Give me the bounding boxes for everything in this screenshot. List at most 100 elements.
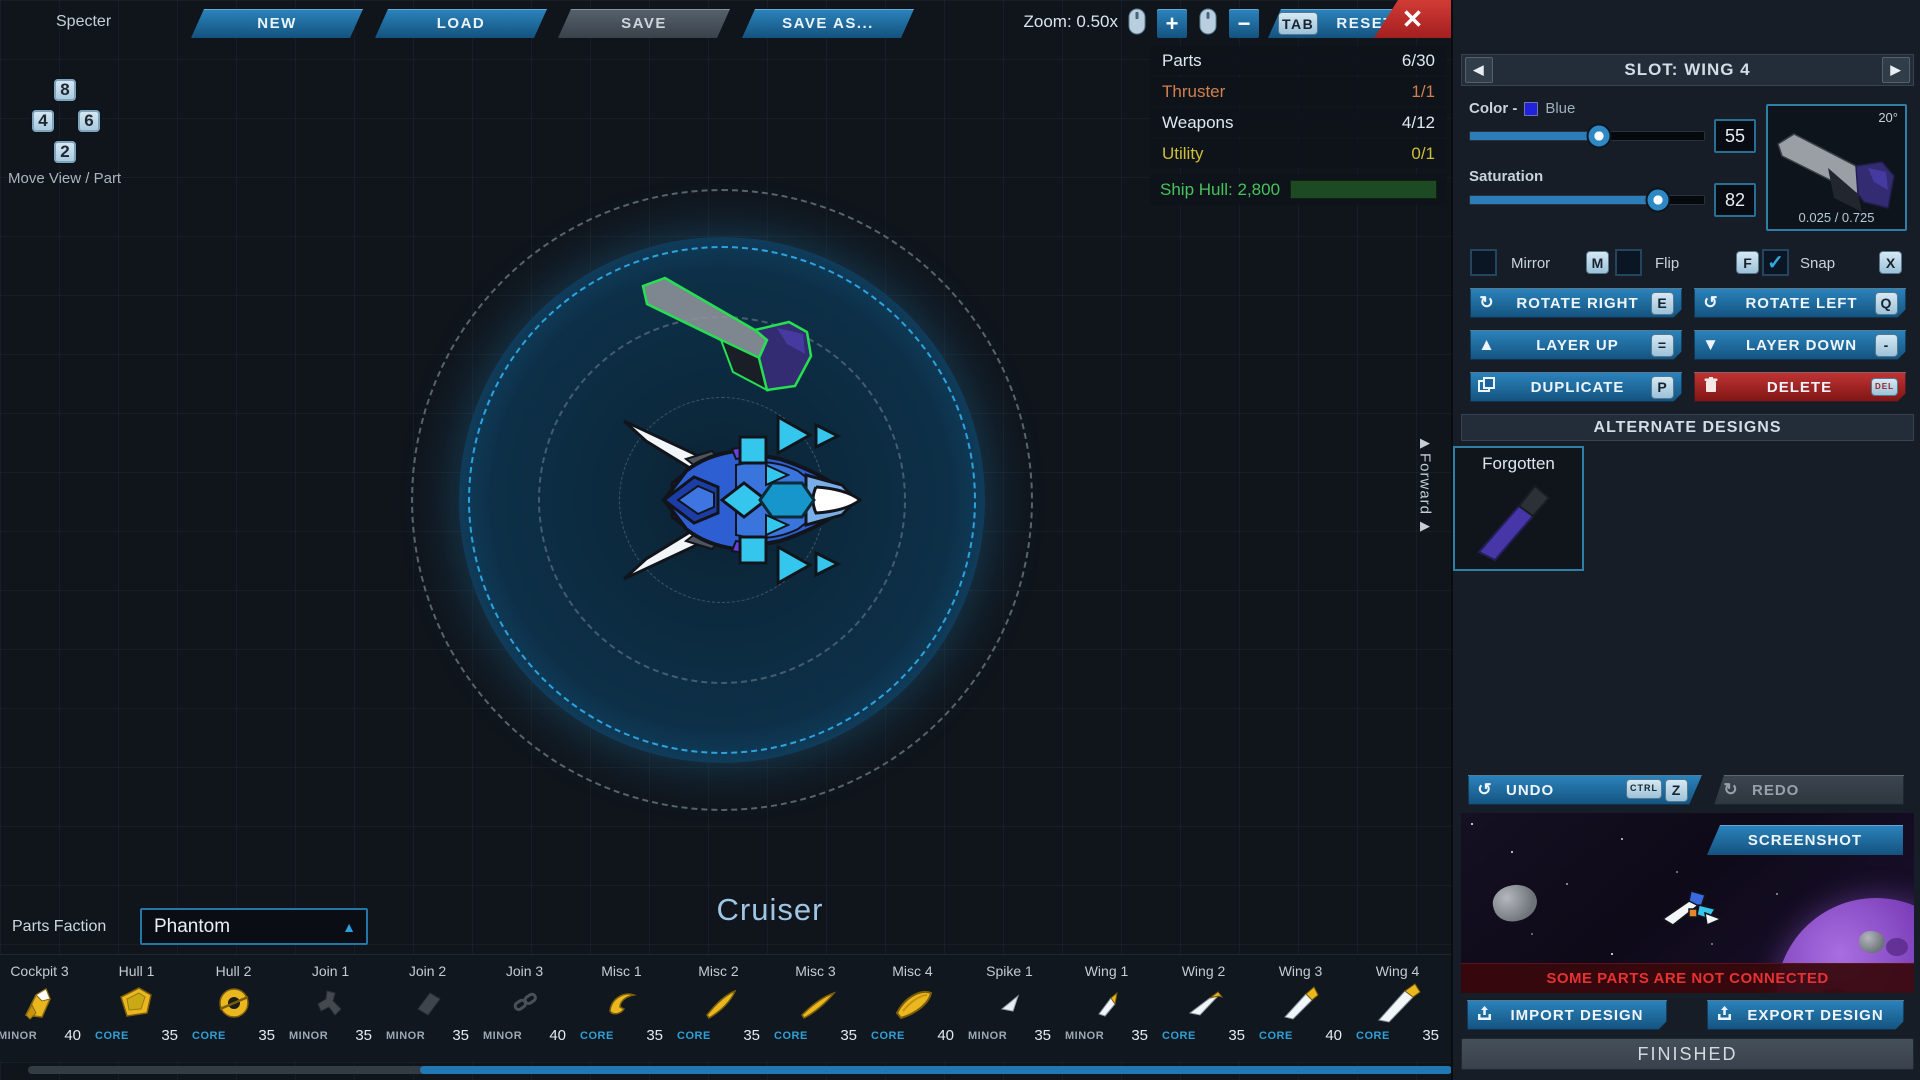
design-icon <box>1467 470 1571 571</box>
stat-value: 6/30 <box>1402 51 1435 71</box>
ship-design[interactable] <box>620 405 880 595</box>
hue-slider[interactable] <box>1469 124 1705 148</box>
stat-row: Parts 6/30 <box>1150 46 1447 75</box>
rotate-left-keycap: Q <box>1875 292 1898 315</box>
part-item[interactable]: Misc 3 CORE 35 <box>767 955 864 1063</box>
parts-faction-value: Phantom <box>142 916 332 938</box>
part-item[interactable]: Wing 3 CORE 40 <box>1252 955 1349 1063</box>
parts-scrollbar-thumb[interactable] <box>420 1066 1451 1074</box>
part-item[interactable]: Wing 2 CORE 35 <box>1155 955 1252 1063</box>
part-name: Misc 3 <box>767 963 864 979</box>
part-cost: 35 <box>258 1027 275 1044</box>
snap-keycap: X <box>1879 251 1902 274</box>
part-cost: 35 <box>840 1027 857 1044</box>
part-item[interactable]: Hull 1 CORE 35 <box>88 955 185 1063</box>
part-icon <box>476 979 573 1027</box>
part-icon <box>767 979 864 1027</box>
part-name: Misc 2 <box>670 963 767 979</box>
color-field-label: Color - Blue <box>1469 100 1575 117</box>
part-item[interactable]: Misc 2 CORE 35 <box>670 955 767 1063</box>
parts-faction-label: Parts Faction <box>12 918 106 936</box>
design-canvas[interactable]: Cruiser ▶ Forward ▶ Specter NEW LOAD SAV… <box>0 0 1451 1080</box>
part-icon <box>670 979 767 1027</box>
slot-next-button[interactable]: ▶ <box>1882 57 1910 83</box>
chevron-left-icon: ◀ <box>1474 62 1485 78</box>
alternate-design-thumb[interactable]: Forgotten <box>1453 446 1584 571</box>
rotate-right-button[interactable]: ↻ ROTATE RIGHT E <box>1470 288 1682 318</box>
part-name: Misc 1 <box>573 963 670 979</box>
forward-arrow-top-icon: ▶ <box>1420 436 1430 449</box>
parts-strip: Cockpit 3 MINOR 40 Hull 1 CORE 35 Hull 2… <box>0 954 1451 1062</box>
numpad-8-key: 8 <box>52 77 78 103</box>
part-item[interactable]: Spike 1 MINOR 35 <box>961 955 1058 1063</box>
part-type: MINOR <box>1065 1030 1104 1042</box>
saturation-value-box[interactable]: 82 <box>1714 183 1756 217</box>
finished-button[interactable]: FINISHED <box>1461 1038 1914 1070</box>
part-item[interactable]: Join 1 MINOR 35 <box>282 955 379 1063</box>
redo-button[interactable]: ↻ REDO <box>1714 775 1904 805</box>
layer-down-button[interactable]: ▼ LAYER DOWN - <box>1694 330 1906 360</box>
stat-row: Weapons 4/12 <box>1150 108 1447 137</box>
delete-button[interactable]: DELETE DEL <box>1694 372 1906 402</box>
part-type: CORE <box>871 1030 905 1042</box>
mirror-checkbox[interactable] <box>1470 249 1497 276</box>
save-button[interactable]: SAVE <box>558 9 730 38</box>
part-cost: 40 <box>549 1027 566 1044</box>
close-icon: ✕ <box>1402 4 1424 35</box>
part-item[interactable]: Misc 4 CORE 40 <box>864 955 961 1063</box>
stat-label: Utility <box>1162 144 1204 164</box>
part-item[interactable]: Join 3 MINOR 40 <box>476 955 573 1063</box>
part-name: Wing 3 <box>1252 963 1349 979</box>
save-as-button[interactable]: SAVE AS... <box>742 9 914 38</box>
parts-faction-dropdown[interactable]: Phantom ▲ <box>140 908 368 945</box>
snap-checkbox[interactable]: ✓ <box>1762 249 1789 276</box>
undo-button[interactable]: ↺ UNDO CTRL Z <box>1468 775 1702 805</box>
selected-wing-part[interactable] <box>637 272 837 402</box>
load-button[interactable]: LOAD <box>375 9 547 38</box>
hue-slider-fill <box>1470 132 1600 140</box>
part-type: MINOR <box>483 1030 522 1042</box>
color-swatch <box>1524 102 1538 116</box>
z-keycap: Z <box>1665 779 1688 802</box>
slot-header: ◀ SLOT: WING 4 ▶ <box>1461 54 1914 86</box>
stat-row: Thruster 1/1 <box>1150 77 1447 106</box>
saturation-label: Saturation <box>1469 168 1543 185</box>
hue-value-box[interactable]: 55 <box>1714 119 1756 153</box>
part-position-value: 0.025 / 0.725 <box>1768 210 1905 225</box>
part-item[interactable]: Join 2 MINOR 35 <box>379 955 476 1063</box>
duplicate-button[interactable]: DUPLICATE P <box>1470 372 1682 402</box>
redo-icon: ↻ <box>1714 780 1748 800</box>
layer-up-button[interactable]: ▲ LAYER UP = <box>1470 330 1682 360</box>
zoom-out-button[interactable]: − <box>1229 9 1259 38</box>
part-icon <box>1349 979 1446 1027</box>
part-type: CORE <box>677 1030 711 1042</box>
part-icon <box>1155 979 1252 1027</box>
mirror-keycap: M <box>1586 251 1609 274</box>
rotate-cw-icon: ↻ <box>1470 293 1504 313</box>
part-cost: 35 <box>1228 1027 1245 1044</box>
mirror-label: Mirror <box>1511 255 1550 272</box>
part-icon <box>0 979 88 1027</box>
export-icon <box>1707 1005 1741 1026</box>
part-type: CORE <box>192 1030 226 1042</box>
export-design-button[interactable]: EXPORT DESIGN <box>1707 1000 1904 1030</box>
slot-panel: ◀ SLOT: WING 4 ▶ Color - Blue 55 Saturat… <box>1451 0 1920 1080</box>
rotate-left-button[interactable]: ↺ ROTATE LEFT Q <box>1694 288 1906 318</box>
saturation-slider-handle[interactable] <box>1645 188 1670 213</box>
slot-prev-button[interactable]: ◀ <box>1465 57 1493 83</box>
zoom-in-button[interactable]: + <box>1157 9 1187 38</box>
part-item[interactable]: Cockpit 3 MINOR 40 <box>0 955 88 1063</box>
part-item[interactable]: Wing 4 CORE 35 <box>1349 955 1446 1063</box>
part-cost: 35 <box>1131 1027 1148 1044</box>
part-icon <box>185 979 282 1027</box>
part-type: MINOR <box>0 1030 37 1042</box>
import-design-button[interactable]: IMPORT DESIGN <box>1467 1000 1667 1030</box>
saturation-slider[interactable] <box>1469 188 1705 212</box>
new-button[interactable]: NEW <box>191 9 363 38</box>
part-item[interactable]: Hull 2 CORE 35 <box>185 955 282 1063</box>
part-item[interactable]: Misc 1 CORE 35 <box>573 955 670 1063</box>
flip-checkbox[interactable] <box>1615 249 1642 276</box>
part-item[interactable]: Wing 1 MINOR 35 <box>1058 955 1155 1063</box>
screenshot-button[interactable]: SCREENSHOT <box>1707 825 1903 855</box>
hue-slider-handle[interactable] <box>1586 124 1611 149</box>
